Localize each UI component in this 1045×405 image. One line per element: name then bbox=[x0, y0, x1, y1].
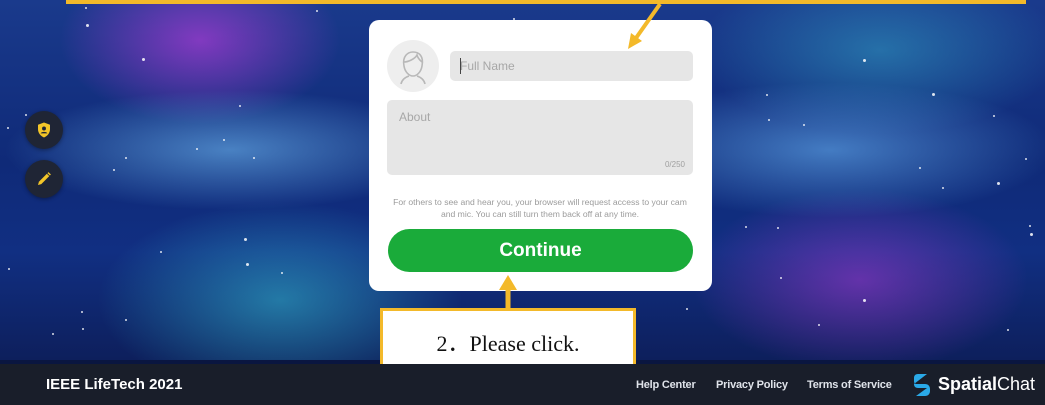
star bbox=[1030, 233, 1033, 236]
star bbox=[85, 7, 87, 9]
star bbox=[1007, 329, 1009, 331]
star bbox=[777, 227, 779, 229]
about-textarea[interactable]: About 0/250 bbox=[387, 100, 693, 175]
star bbox=[223, 139, 225, 141]
star bbox=[863, 59, 866, 62]
full-name-input[interactable] bbox=[450, 51, 693, 81]
event-name: IEEE LifeTech 2021 bbox=[46, 376, 183, 393]
star bbox=[686, 308, 688, 310]
star bbox=[125, 157, 127, 159]
star bbox=[1029, 225, 1031, 227]
footer-bar: IEEE LifeTech 2021 Help Center Privacy P… bbox=[0, 364, 1045, 405]
help-center-link[interactable]: Help Center bbox=[636, 364, 696, 405]
star bbox=[25, 114, 27, 116]
terms-of-service-link[interactable]: Terms of Service bbox=[807, 364, 892, 405]
star bbox=[766, 94, 768, 96]
star bbox=[316, 10, 318, 12]
star bbox=[768, 119, 770, 121]
text-caret bbox=[460, 58, 461, 74]
spatialchat-logo[interactable]: Spatial Chat bbox=[912, 364, 1035, 405]
star bbox=[86, 24, 89, 27]
star bbox=[8, 268, 10, 270]
about-placeholder: About bbox=[399, 110, 431, 124]
star bbox=[803, 124, 805, 126]
profile-dialog: About 0/250 For others to see and hear y… bbox=[369, 20, 712, 291]
star bbox=[932, 93, 935, 96]
privacy-policy-link[interactable]: Privacy Policy bbox=[716, 364, 788, 405]
shield-user-button[interactable] bbox=[25, 111, 63, 149]
spatialchat-logo-icon bbox=[914, 373, 930, 396]
star bbox=[919, 167, 921, 169]
star bbox=[82, 328, 84, 330]
star bbox=[745, 226, 747, 228]
star bbox=[7, 127, 9, 129]
star bbox=[125, 319, 127, 321]
star bbox=[160, 251, 162, 253]
star bbox=[253, 157, 255, 159]
star bbox=[244, 238, 247, 241]
character-counter: 0/250 bbox=[664, 160, 685, 169]
star bbox=[142, 58, 145, 61]
star bbox=[993, 115, 995, 117]
star bbox=[113, 169, 115, 171]
star bbox=[780, 277, 782, 279]
brand-name-bold: Spatial bbox=[938, 374, 998, 394]
permission-notice: For others to see and hear you, your bro… bbox=[393, 197, 687, 219]
brand-name-light: Chat bbox=[997, 374, 1036, 394]
star bbox=[1025, 158, 1027, 160]
avatar[interactable] bbox=[387, 40, 439, 92]
star bbox=[863, 299, 866, 302]
star bbox=[942, 187, 944, 189]
star bbox=[196, 148, 198, 150]
continue-button[interactable]: Continue bbox=[388, 229, 693, 272]
star bbox=[997, 182, 1000, 185]
edit-button[interactable] bbox=[25, 160, 63, 198]
user-avatar-icon bbox=[400, 51, 426, 85]
star bbox=[52, 333, 54, 335]
annotation-top-line bbox=[66, 0, 1026, 4]
star bbox=[239, 105, 241, 107]
star bbox=[281, 272, 283, 274]
shield-user-icon bbox=[38, 122, 50, 138]
star bbox=[81, 311, 83, 313]
star bbox=[818, 324, 820, 326]
star bbox=[246, 263, 249, 266]
pencil-icon bbox=[38, 172, 51, 185]
